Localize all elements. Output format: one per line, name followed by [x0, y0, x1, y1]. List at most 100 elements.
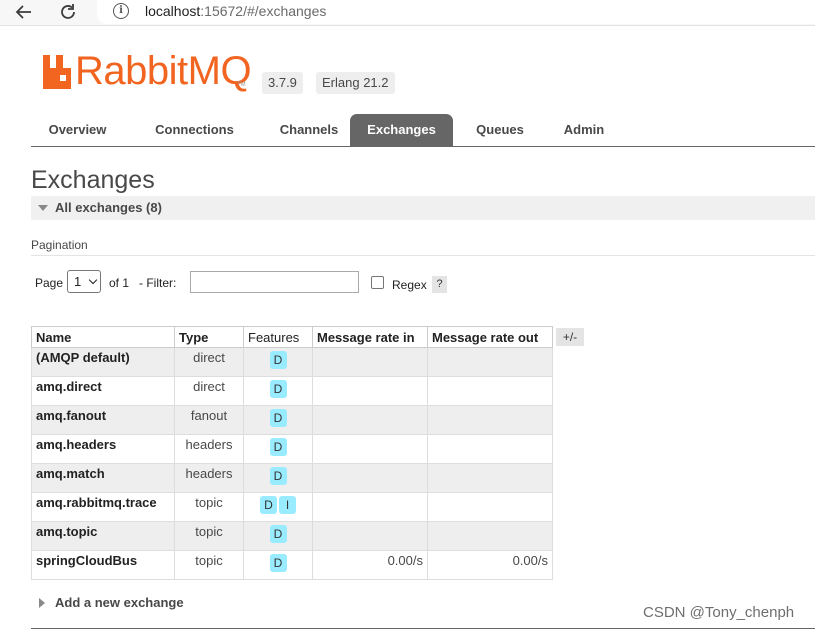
column-header-name[interactable]: Name — [31, 326, 175, 348]
column-header-features: Features — [243, 326, 313, 348]
table-row[interactable]: amq.headers headers D — [31, 434, 553, 464]
filter-input[interactable] — [190, 271, 359, 293]
page-title: Exchanges — [31, 166, 155, 194]
rate-in-cell — [312, 434, 428, 464]
rate-out-cell: 0.00/s — [427, 550, 553, 580]
exchange-type: fanout — [174, 405, 244, 435]
durable-badge: D — [269, 467, 287, 485]
rate-out-cell — [427, 376, 553, 406]
url-text: localhost:15672/#/exchanges — [145, 3, 326, 19]
features-cell: D — [243, 434, 313, 464]
add-exchange-label: Add a new exchange — [55, 595, 184, 610]
rate-in-cell — [312, 492, 428, 522]
filter-label: - Filter: — [139, 276, 177, 290]
tab-connections[interactable]: Connections — [134, 114, 255, 146]
exchange-type: topic — [174, 492, 244, 522]
url-path: :15672/#/exchanges — [200, 3, 327, 19]
section-label: All exchanges (8) — [55, 200, 162, 215]
help-button[interactable]: ? — [432, 276, 447, 293]
features-cell: D — [243, 463, 313, 493]
version-badge: 3.7.9 — [262, 72, 303, 94]
divider — [31, 628, 815, 629]
rate-in-cell: 0.00/s — [312, 550, 428, 580]
rabbit-logo-icon — [43, 55, 71, 89]
column-header-rate-in[interactable]: Message rate in — [312, 326, 428, 348]
tab-admin[interactable]: Admin — [547, 114, 621, 146]
rate-out-cell — [427, 434, 553, 464]
rate-in-cell — [312, 521, 428, 551]
table-row[interactable]: amq.rabbitmq.trace topic DI — [31, 492, 553, 522]
regex-checkbox[interactable] — [371, 276, 384, 289]
address-bar[interactable]: i localhost:15672/#/exchanges — [97, 0, 815, 24]
expand-arrow-icon — [39, 598, 45, 608]
durable-badge: D — [269, 380, 287, 398]
exchange-name-link[interactable]: amq.headers — [31, 434, 175, 464]
exchange-type: headers — [174, 434, 244, 464]
table-row[interactable]: amq.direct direct D — [31, 376, 553, 406]
features-cell: D — [243, 347, 313, 377]
rate-out-cell — [427, 521, 553, 551]
features-cell: D — [243, 550, 313, 580]
main-nav-tabs: Overview Connections Channels Exchanges … — [31, 114, 815, 147]
reload-icon[interactable] — [57, 1, 79, 23]
tab-queues[interactable]: Queues — [461, 114, 539, 146]
brand-name: RabbitMQ — [75, 49, 252, 93]
durable-badge: D — [269, 409, 287, 427]
collapse-arrow-icon — [38, 205, 48, 211]
column-header-rate-out[interactable]: Message rate out — [427, 326, 553, 348]
exchange-name-link[interactable]: amq.topic — [31, 521, 175, 551]
features-cell: D — [243, 521, 313, 551]
durable-badge: D — [269, 554, 287, 572]
rate-out-cell — [427, 463, 553, 493]
tab-channels[interactable]: Channels — [257, 114, 361, 146]
internal-badge: I — [279, 496, 296, 514]
durable-badge: D — [269, 525, 287, 543]
exchange-name-link[interactable]: springCloudBus — [31, 550, 175, 580]
back-arrow-icon[interactable] — [13, 1, 35, 23]
pagination-title: Pagination — [31, 238, 88, 252]
column-header-type[interactable]: Type — [174, 326, 244, 348]
table-row[interactable]: springCloudBus topic D 0.00/s 0.00/s — [31, 550, 553, 580]
watermark: CSDN @Tony_chenph — [643, 604, 795, 621]
table-row[interactable]: amq.match headers D — [31, 463, 553, 493]
tab-overview[interactable]: Overview — [31, 114, 124, 146]
exchange-name-link[interactable]: amq.match — [31, 463, 175, 493]
exchange-name-link[interactable]: amq.fanout — [31, 405, 175, 435]
durable-badge: D — [269, 438, 287, 456]
exchange-name-link[interactable]: amq.direct — [31, 376, 175, 406]
table-row[interactable]: amq.topic topic D — [31, 521, 553, 551]
exchange-name-link[interactable]: amq.rabbitmq.trace — [31, 492, 175, 522]
rate-in-cell — [312, 405, 428, 435]
page-label: Page — [35, 276, 64, 290]
durable-badge: D — [269, 351, 287, 369]
features-cell: DI — [243, 492, 313, 522]
exchanges-table: Name Type Features Message rate in Messa… — [31, 326, 553, 580]
trademark-mark: TM — [237, 82, 246, 88]
exchange-name-link[interactable]: (AMQP default) — [31, 347, 175, 377]
rate-in-cell — [312, 347, 428, 377]
page-select-value: 1 — [74, 274, 82, 289]
features-cell: D — [243, 376, 313, 406]
exchange-type: direct — [174, 376, 244, 406]
browser-toolbar: i localhost:15672/#/exchanges — [0, 0, 815, 26]
rate-out-cell — [427, 347, 553, 377]
table-row[interactable]: (AMQP default) direct D — [31, 347, 553, 377]
rate-out-cell — [427, 405, 553, 435]
rate-in-cell — [312, 463, 428, 493]
durable-badge: D — [260, 496, 277, 514]
rate-out-cell — [427, 492, 553, 522]
erlang-badge: Erlang 21.2 — [316, 72, 395, 94]
exchange-type: direct — [174, 347, 244, 377]
page-select[interactable]: 1 — [67, 270, 101, 293]
exchange-type: topic — [174, 550, 244, 580]
toggle-columns-button[interactable]: +/- — [556, 328, 584, 346]
info-icon[interactable]: i — [113, 3, 129, 19]
url-host: localhost — [145, 3, 201, 19]
all-exchanges-section-toggle[interactable]: All exchanges (8) — [31, 196, 815, 220]
exchange-type: headers — [174, 463, 244, 493]
tab-exchanges[interactable]: Exchanges — [350, 114, 453, 146]
chevron-down-icon — [88, 275, 98, 285]
divider — [31, 255, 815, 256]
page-count-label: of 1 — [109, 276, 130, 290]
table-row[interactable]: amq.fanout fanout D — [31, 405, 553, 435]
